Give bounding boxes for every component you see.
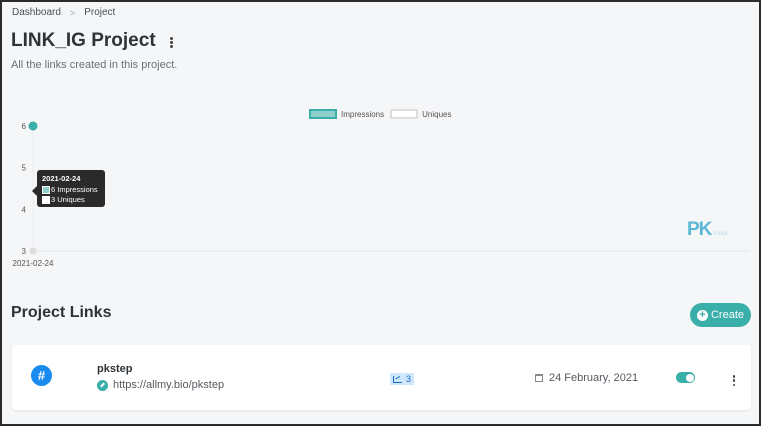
pk-watermark-logo: PK ninja	[687, 219, 727, 241]
y-tick-label: 3	[22, 247, 27, 256]
tooltip-uniques-text: 3 Uniques	[51, 195, 85, 204]
create-button-label: Create	[710, 309, 745, 321]
breadcrumb-current: Project	[84, 7, 116, 18]
tooltip-row-uniques: 3 Uniques	[42, 195, 100, 205]
link-date: 24 February, 2021	[535, 372, 638, 384]
link-stats-count: 3	[406, 374, 412, 384]
hashtag-icon: #	[31, 365, 52, 386]
breadcrumb-separator: >	[69, 7, 76, 18]
page-title: LINK_IG Project	[11, 30, 156, 51]
legend-uniques-label: Uniques	[422, 109, 452, 119]
tooltip-date: 2021-02-24	[42, 174, 81, 183]
chart-tooltip: 2021-02-24 6 Impressions 3 Uniques	[32, 170, 105, 207]
legend-impressions-swatch[interactable]	[309, 109, 337, 119]
link-name[interactable]: pkstep	[97, 363, 132, 375]
watermark-main: PK	[687, 219, 712, 240]
y-tick-label: 6	[22, 122, 27, 131]
data-point-uniques	[29, 247, 37, 255]
breadcrumb-dashboard-link[interactable]: Dashboard	[12, 7, 61, 18]
y-tick-label: 4	[22, 205, 27, 214]
link-enabled-toggle[interactable]	[676, 372, 695, 383]
tooltip-impressions-swatch	[42, 186, 50, 194]
link-url-text: https://allmy.bio/pkstep	[113, 379, 225, 391]
link-stats-badge[interactable]: 3	[390, 373, 415, 385]
y-tick-label: 5	[22, 164, 27, 173]
calendar-icon	[535, 374, 543, 382]
project-menu-icon[interactable]	[168, 34, 176, 48]
link-date-text: 24 February, 2021	[549, 372, 639, 384]
project-links-heading: Project Links	[11, 304, 112, 321]
tooltip-row-impressions: 6 Impressions	[42, 185, 100, 195]
x-tick-label: 2021-02-24	[13, 259, 54, 268]
link-row[interactable]: # pkstep https://allmy.bio/pkstep 3 24 F…	[12, 345, 751, 410]
data-point-impressions	[28, 121, 38, 131]
chart-legend: Impressions Uniques	[309, 109, 451, 119]
link-icon	[97, 379, 108, 391]
create-link-button[interactable]: + Create	[690, 303, 751, 327]
breadcrumb: Dashboard > Project	[12, 7, 115, 18]
title-row: LINK_IG Project	[11, 30, 176, 52]
page-subtitle: All the links created in this project.	[11, 59, 178, 71]
legend-impressions-label: Impressions	[341, 109, 385, 119]
plus-circle-icon: +	[696, 309, 708, 321]
tooltip-uniques-swatch	[42, 196, 50, 204]
impressions-chart: 3 4 5 6 2021-02-24	[13, 121, 750, 268]
link-menu-icon[interactable]	[730, 372, 738, 386]
watermark-sub: ninja	[713, 231, 728, 237]
chart-icon	[393, 375, 402, 383]
link-url[interactable]: https://allmy.bio/pkstep	[97, 379, 224, 391]
tooltip-impressions-text: 6 Impressions	[51, 185, 98, 194]
legend-uniques-swatch[interactable]	[390, 109, 419, 119]
